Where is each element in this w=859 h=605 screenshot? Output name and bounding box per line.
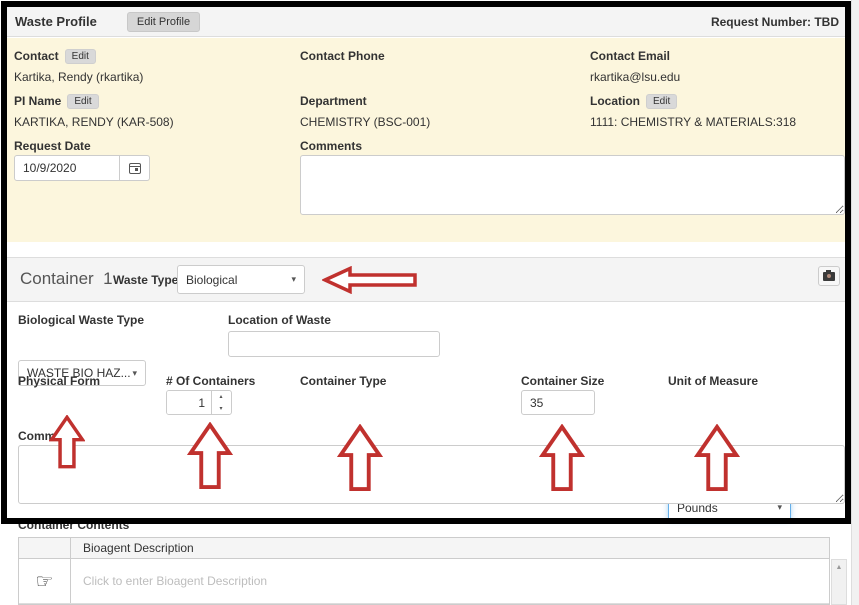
contact-edit-button[interactable]: Edit bbox=[65, 49, 96, 64]
contact-label: Contact bbox=[14, 49, 59, 63]
edit-profile-button[interactable]: Edit Profile bbox=[127, 12, 200, 32]
camera-icon bbox=[823, 272, 835, 281]
waste-type-value: Biological bbox=[186, 273, 237, 287]
contact-value: Kartika, Rendy (rkartika) bbox=[14, 70, 143, 84]
physical-form-label: Physical Form bbox=[18, 374, 100, 388]
contact-email-field: Contact Email rkartika@lsu.edu bbox=[590, 47, 680, 84]
container-contents-title: Container Contents bbox=[18, 518, 129, 532]
hand-pointer-icon: ☞ bbox=[36, 569, 54, 594]
waste-type-label: Waste Type bbox=[113, 273, 178, 287]
bioagent-description-column-header: Bioagent Description bbox=[71, 538, 829, 558]
pi-name-field: PI Name Edit KARTIKA, RENDY (KAR-508) bbox=[14, 92, 174, 129]
page-title: Waste Profile bbox=[15, 14, 97, 29]
top-header-bar: Waste Profile Edit Profile Request Numbe… bbox=[7, 7, 845, 37]
container-contents-table: Bioagent Description ☞ Click to enter Bi… bbox=[18, 537, 830, 605]
calendar-icon bbox=[129, 163, 141, 174]
department-field: Department CHEMISTRY (BSC-001) bbox=[300, 92, 430, 129]
bioagent-description-cell[interactable]: Click to enter Bioagent Description bbox=[71, 559, 829, 603]
location-value: 1111: CHEMISTRY & MATERIALS:318 bbox=[590, 115, 796, 129]
unit-of-measure-label: Unit of Measure bbox=[668, 374, 758, 388]
pi-name-label: PI Name bbox=[14, 94, 61, 108]
container-comments-textarea[interactable] bbox=[18, 445, 845, 504]
request-number-label: Request Number: bbox=[711, 15, 811, 29]
contact-email-label: Contact Email bbox=[590, 49, 670, 63]
container-title: Container 1 bbox=[20, 269, 113, 289]
contact-email-value: rkartika@lsu.edu bbox=[590, 70, 680, 84]
waste-type-select[interactable]: Biological ▾ bbox=[177, 265, 305, 294]
request-number: Request Number: TBD bbox=[711, 15, 839, 29]
num-containers-input[interactable] bbox=[167, 391, 211, 414]
container-size-label: Container Size bbox=[521, 374, 604, 388]
num-containers-label: # Of Containers bbox=[166, 374, 255, 388]
spin-up-icon[interactable]: ▴ bbox=[212, 391, 230, 403]
location-edit-button[interactable]: Edit bbox=[646, 94, 677, 109]
scroll-up-icon: ▲ bbox=[836, 564, 843, 604]
contact-phone-label: Contact Phone bbox=[300, 49, 385, 63]
profile-comments-label: Comments bbox=[300, 139, 362, 153]
table-scrollbar[interactable]: ▲ bbox=[831, 559, 847, 605]
location-of-waste-input[interactable] bbox=[228, 331, 440, 357]
location-of-waste-label: Location of Waste bbox=[228, 313, 331, 327]
page-scrollbar[interactable] bbox=[851, 0, 859, 605]
request-date-label: Request Date bbox=[14, 139, 91, 153]
container-comments-label: Comments bbox=[18, 429, 80, 443]
location-field: Location Edit 1111: CHEMISTRY & MATERIALS… bbox=[590, 92, 796, 129]
contact-field: Contact Edit Kartika, Rendy (rkartika) bbox=[14, 47, 143, 84]
department-value: CHEMISTRY (BSC-001) bbox=[300, 115, 430, 129]
table-header-row: Bioagent Description bbox=[19, 538, 829, 559]
waste-profile-page: Waste Profile Edit Profile Request Numbe… bbox=[0, 0, 859, 605]
row-indicator-cell: ☞ bbox=[19, 559, 71, 603]
pi-name-value: KARTIKA, RENDY (KAR-508) bbox=[14, 115, 174, 129]
chevron-down-icon: ▾ bbox=[291, 274, 296, 285]
request-date-group bbox=[14, 155, 150, 181]
calendar-button[interactable] bbox=[120, 155, 150, 181]
table-row: ☞ Click to enter Bioagent Description bbox=[19, 559, 829, 604]
container-photo-button[interactable] bbox=[818, 266, 840, 286]
request-number-value: TBD bbox=[814, 15, 839, 29]
contact-phone-field: Contact Phone bbox=[300, 47, 385, 70]
department-label: Department bbox=[300, 94, 367, 108]
profile-comments-textarea[interactable] bbox=[300, 155, 845, 215]
spin-down-icon[interactable]: ▾ bbox=[212, 403, 230, 415]
chevron-down-icon: ▾ bbox=[132, 368, 137, 379]
spinner-buttons: ▴ ▾ bbox=[211, 391, 230, 414]
request-date-input[interactable] bbox=[14, 155, 120, 181]
row-indicator-column-header bbox=[19, 538, 71, 558]
container-type-label: Container Type bbox=[300, 374, 386, 388]
num-containers-stepper[interactable]: ▴ ▾ bbox=[166, 390, 232, 415]
pi-name-edit-button[interactable]: Edit bbox=[67, 94, 98, 109]
container-size-input[interactable] bbox=[521, 390, 595, 415]
biological-waste-type-label: Biological Waste Type bbox=[18, 313, 144, 327]
location-label: Location bbox=[590, 94, 640, 108]
